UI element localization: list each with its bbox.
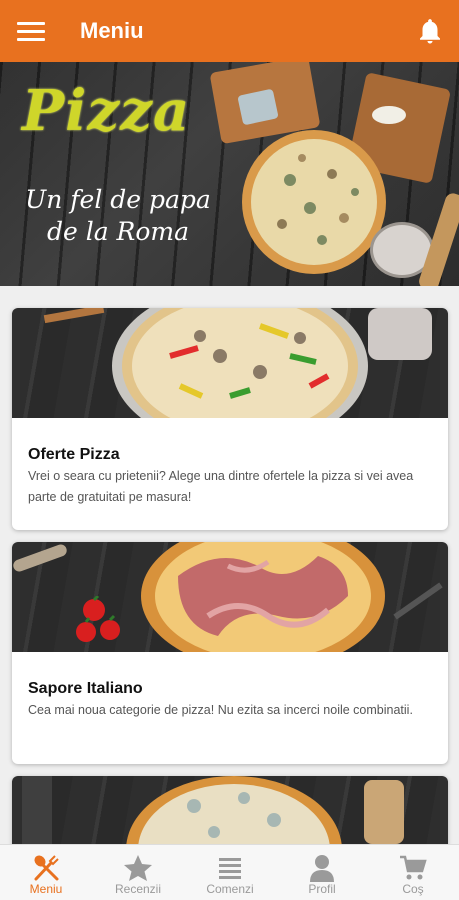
nav-meniu[interactable]: Meniu	[0, 845, 92, 900]
category-card-partial[interactable]	[12, 776, 448, 844]
star-icon	[124, 855, 152, 881]
nav-recenzii[interactable]: Recenzii	[92, 845, 184, 900]
card-description: Cea mai noua categorie de pizza! Nu ezit…	[28, 703, 413, 717]
pizza-image	[242, 130, 386, 274]
hero-subtitle-line-2: de la Roma	[46, 217, 190, 246]
app-bar: Meniu	[0, 0, 459, 62]
hero-banner: Pizza Un fel de papa de la Roma	[0, 62, 459, 286]
nav-label: Meniu	[29, 882, 63, 896]
cart-icon	[400, 855, 427, 880]
category-card-sapore-italiano[interactable]: Sapore Italiano Cea mai noua categorie d…	[12, 542, 448, 764]
card-image	[12, 308, 448, 418]
page-title: Meniu	[80, 18, 144, 43]
nav-label: Recenzii	[114, 882, 162, 896]
hero-subtitle: Un fel de papa de la Roma	[18, 184, 218, 248]
nav-label: Comenzi	[206, 882, 254, 896]
card-image	[12, 542, 448, 652]
card-title: Sapore Italiano	[28, 680, 143, 697]
nav-label: Coş	[402, 882, 424, 896]
nav-profil[interactable]: Profil	[276, 845, 368, 900]
category-card-oferte-pizza[interactable]: Oferte Pizza Vrei o seara cu prietenii? …	[12, 308, 448, 530]
list-icon	[219, 858, 241, 879]
card-title: Oferte Pizza	[28, 446, 120, 463]
person-icon	[310, 855, 334, 882]
fork-spoon-icon	[34, 855, 59, 881]
hero-title: Pizza	[22, 78, 191, 144]
hero-subtitle-line-1: Un fel de papa	[25, 185, 211, 214]
menu-content[interactable]: Pizza Un fel de papa de la Roma Oferte P…	[0, 62, 459, 844]
card-description: Vrei o seara cu prietenii? Alege una din…	[28, 469, 414, 504]
bottom-navigation: Meniu Recenzii Comenzi Profil Coş	[0, 844, 459, 900]
card-image	[12, 776, 448, 844]
bell-icon[interactable]	[415, 16, 445, 46]
nav-label: Profil	[308, 882, 336, 896]
nav-comenzi[interactable]: Comenzi	[184, 845, 276, 900]
menu-icon[interactable]	[17, 22, 45, 42]
nav-cos[interactable]: Coş	[367, 845, 459, 900]
